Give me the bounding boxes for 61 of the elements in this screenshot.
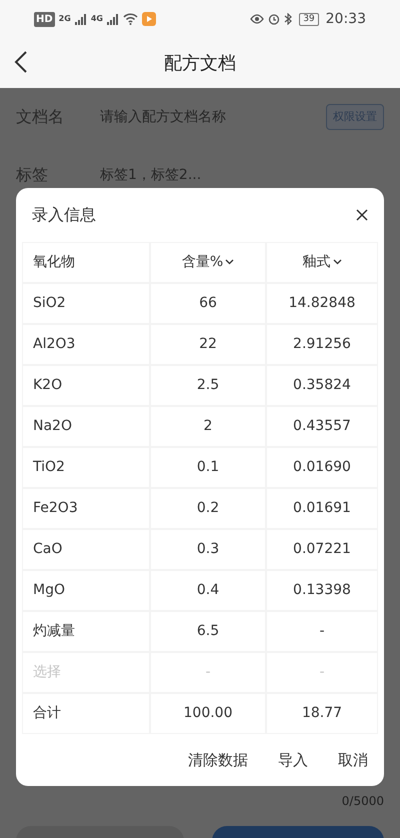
- column-header: 氧化物: [22, 242, 150, 283]
- content-input[interactable]: 2.5: [150, 364, 266, 406]
- table-cell: 0.07221: [266, 528, 378, 570]
- dialog-title: 录入信息: [32, 204, 96, 226]
- field-label: 标签: [16, 164, 49, 186]
- eye-icon: [250, 14, 264, 24]
- table-cell: 0.43557: [266, 406, 378, 447]
- play-app-icon: [142, 12, 156, 26]
- oxide-name: TiO2: [22, 446, 150, 488]
- back-icon[interactable]: [14, 51, 28, 73]
- chevron-down-icon: [332, 259, 342, 266]
- oxide-name: MgO: [22, 570, 150, 611]
- field-label: 文档名: [16, 106, 65, 128]
- table-cell: -: [266, 652, 378, 693]
- table-cell: 0.01691: [266, 488, 378, 529]
- signal-icon: [106, 14, 119, 24]
- table-cell: 0.01690: [266, 446, 378, 488]
- signal-icon: [74, 14, 87, 24]
- content-input[interactable]: 66: [150, 282, 266, 324]
- content-input[interactable]: 0.3: [150, 528, 266, 570]
- network-type: 2G: [58, 13, 71, 25]
- alarm-icon: [268, 13, 280, 25]
- dialog-action-button[interactable]: 导入: [278, 748, 308, 772]
- table-cell: 2.91256: [266, 324, 378, 365]
- battery-level: 39: [299, 12, 319, 26]
- content-input[interactable]: 6.5: [150, 610, 266, 652]
- page-title: 配方文档: [164, 52, 236, 76]
- hd-indicator: HD: [34, 12, 55, 26]
- total-value: 18.77: [266, 692, 378, 734]
- oxide-name: CaO: [22, 528, 150, 570]
- oxide-name: Al2O3: [22, 324, 150, 365]
- total-label: 合计: [22, 692, 150, 734]
- network-type: 4G: [90, 13, 103, 25]
- table-cell: 14.82848: [266, 282, 378, 324]
- column-dropdown[interactable]: 含量%: [150, 242, 266, 283]
- oxide-name: SiO2: [22, 282, 150, 324]
- bluetooth-icon: [284, 13, 292, 25]
- oxide-name: K2O: [22, 364, 150, 406]
- close-icon[interactable]: [356, 208, 368, 221]
- oxide-name: Fe2O3: [22, 488, 150, 529]
- chevron-down-icon: [225, 259, 234, 266]
- wifi-icon: [122, 13, 138, 25]
- content-input[interactable]: 0.1: [150, 446, 266, 488]
- content-input[interactable]: 0.2: [150, 488, 266, 529]
- text-field[interactable]: 请输入配方文档名称: [100, 106, 326, 128]
- text-field[interactable]: 标签1，标签2...: [100, 164, 384, 186]
- table-cell: 0.13398: [266, 570, 378, 611]
- oxide-name: Na2O: [22, 406, 150, 447]
- table-cell: -: [266, 610, 378, 652]
- total-value: 100.00: [150, 692, 266, 734]
- column-dropdown[interactable]: 釉式: [266, 242, 378, 283]
- dialog-action-button[interactable]: 清除数据: [188, 748, 248, 772]
- character-counter: 0/5000: [342, 793, 384, 810]
- content-input[interactable]: 0.4: [150, 570, 266, 611]
- dialog-action-button[interactable]: 取消: [338, 748, 368, 772]
- table-cell: 0.35824: [266, 364, 378, 406]
- table-cell: -: [150, 652, 266, 693]
- content-input[interactable]: 2: [150, 406, 266, 447]
- oxide-name: 灼减量: [22, 610, 150, 652]
- content-input[interactable]: 22: [150, 324, 266, 365]
- status-time: 20:33: [326, 10, 366, 28]
